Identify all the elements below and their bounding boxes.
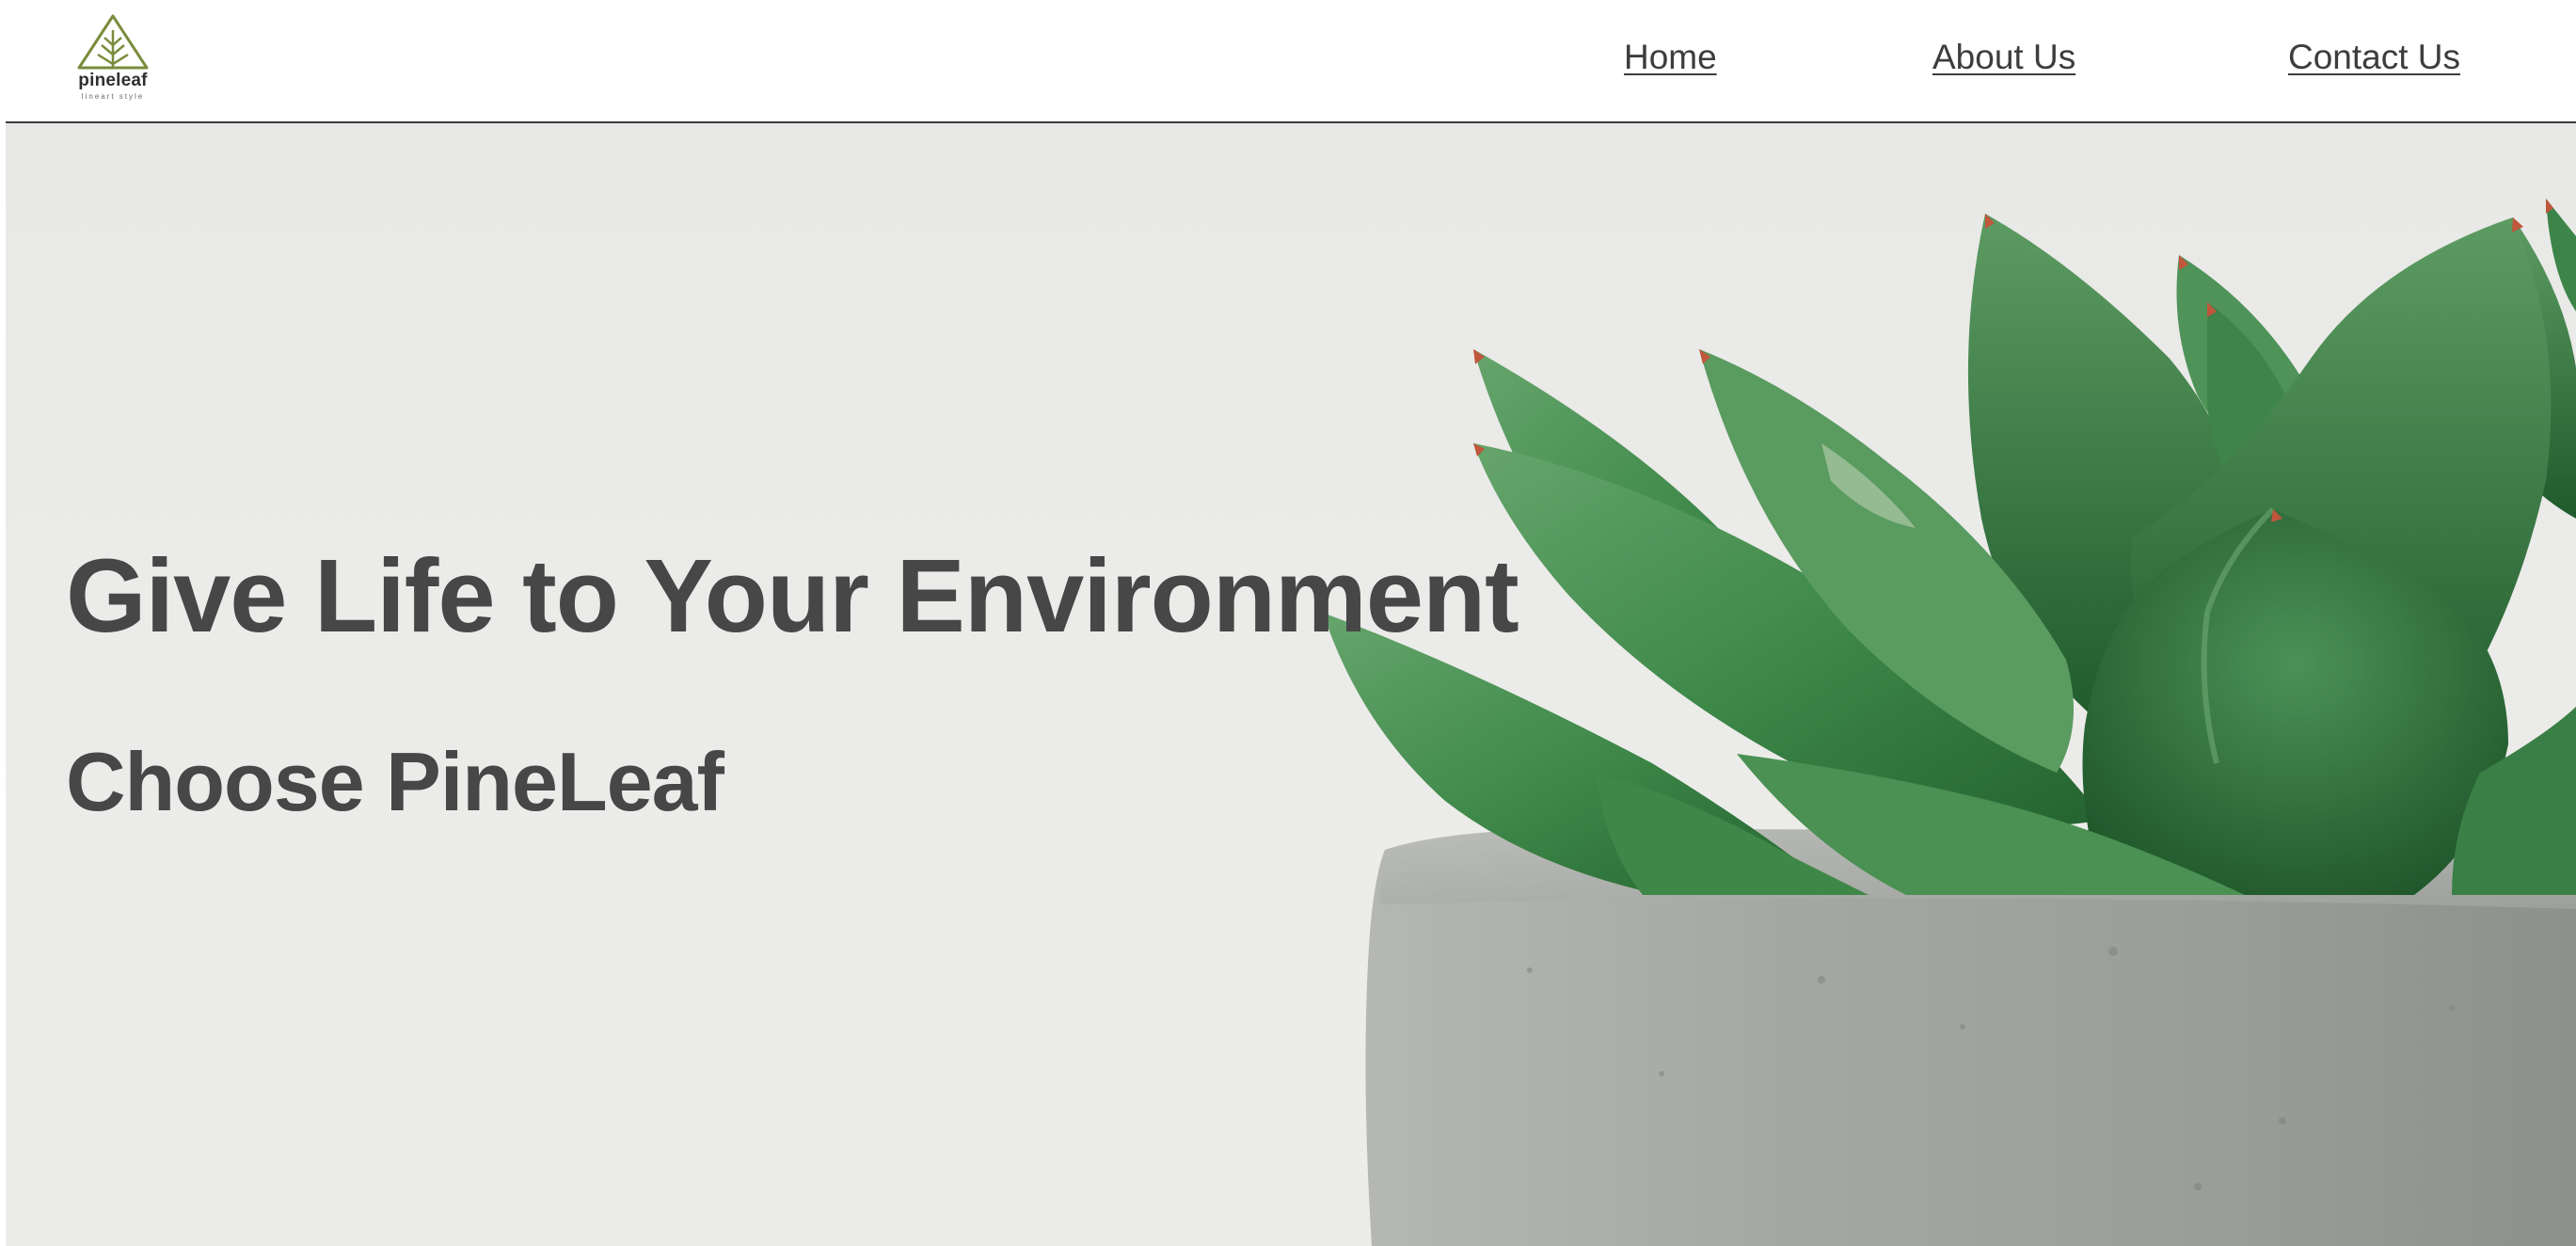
hero-section: Give Life to Your Environment Choose Pin… — [6, 123, 2576, 1246]
nav-link-about-us[interactable]: About Us — [1932, 36, 2075, 79]
hero-subtitle: Choose PineLeaf — [66, 735, 724, 828]
page: pineleaf lineart style Home About Us Con… — [0, 0, 2576, 1246]
brand-name: pineleaf — [78, 71, 148, 90]
pine-tree-triangle-icon — [77, 14, 149, 70]
hero-image-succulent — [1323, 199, 2576, 1246]
brand-logo[interactable]: pineleaf lineart style — [73, 13, 152, 107]
hero-title: Give Life to Your Environment — [66, 538, 1519, 654]
brand-tagline: lineart style — [81, 92, 145, 101]
site-header: pineleaf lineart style Home About Us Con… — [6, 0, 2576, 123]
nav-link-contact-us[interactable]: Contact Us — [2288, 36, 2460, 79]
nav-link-home[interactable]: Home — [1624, 36, 1717, 79]
